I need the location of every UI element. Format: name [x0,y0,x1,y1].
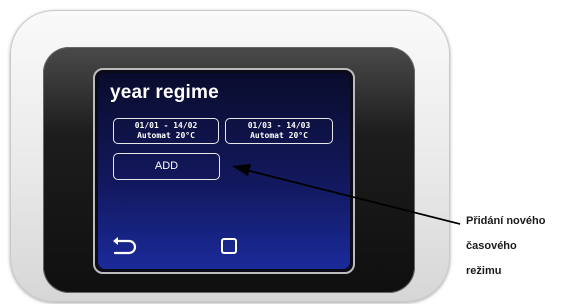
annotation-label: Přidání nového časového režimu [466,209,578,284]
add-button[interactable]: ADD [113,153,220,180]
thermostat-device: year regime 01/01 - 14/02 Automat 20°C 0… [10,10,450,302]
annotation-line-2: časového [466,240,517,252]
home-button[interactable] [221,238,237,254]
touch-screen: year regime 01/01 - 14/02 Automat 20°C 0… [98,73,350,269]
screen-frame: year regime 01/01 - 14/02 Automat 20°C 0… [93,68,355,274]
back-button[interactable] [110,235,140,257]
schedule-dates: 01/01 - 14/02 [134,121,198,130]
page-title: year regime [110,82,219,103]
annotation-line-1: Přidání nového [466,215,546,227]
schedule-dates: 01/03 - 14/03 [247,121,311,130]
schedule-mode-temp: Automat 20°C [250,131,308,140]
schedule-mode-temp: Automat 20°C [137,131,195,140]
schedule-tile-1[interactable]: 01/01 - 14/02 Automat 20°C [113,118,219,144]
back-arrow-icon [113,237,137,255]
schedule-tile-2[interactable]: 01/03 - 14/03 Automat 20°C [225,118,333,144]
device-bezel: year regime 01/01 - 14/02 Automat 20°C 0… [43,47,415,293]
annotation-line-3: režimu [466,265,502,277]
